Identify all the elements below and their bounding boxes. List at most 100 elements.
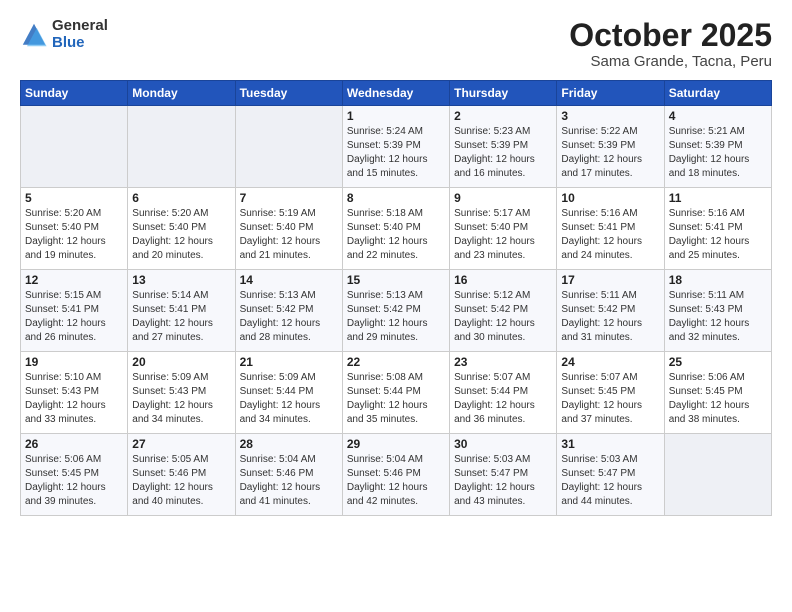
day-info: Sunrise: 5:24 AM Sunset: 5:39 PM Dayligh… bbox=[347, 125, 445, 181]
day-number: 13 bbox=[132, 273, 230, 287]
day-cell: 24 Sunrise: 5:07 AM Sunset: 5:45 PM Dayli… bbox=[557, 352, 664, 434]
day-info: Sunrise: 5:16 AM Sunset: 5:41 PM Dayligh… bbox=[561, 207, 659, 263]
day-cell: 15Sunrise: 5:13 AM Sunset: 5:42 PM Dayli… bbox=[342, 270, 449, 352]
day-cell bbox=[128, 106, 235, 188]
day-info: Sunrise: 5:16 AM Sunset: 5:41 PM Dayligh… bbox=[669, 207, 767, 263]
day-number: 14 bbox=[240, 273, 338, 287]
header-day-sunday: Sunday bbox=[21, 81, 128, 106]
day-number: 24 bbox=[561, 355, 659, 369]
day-cell: 22Sunrise: 5:08 AM Sunset: 5:44 PM Dayli… bbox=[342, 352, 449, 434]
header-day-saturday: Saturday bbox=[664, 81, 771, 106]
day-number: 8 bbox=[347, 191, 445, 205]
day-cell: 28 Sunrise: 5:04 AM Sunset: 5:46 PM Dayli… bbox=[235, 434, 342, 516]
logo: General Blue bbox=[20, 18, 108, 51]
day-cell bbox=[21, 106, 128, 188]
logo-blue: Blue bbox=[52, 35, 108, 52]
logo-icon bbox=[20, 21, 48, 49]
day-info: Sunrise: 5:15 AM Sunset: 5:41 PM Dayligh… bbox=[25, 289, 123, 345]
day-cell: 10 Sunrise: 5:16 AM Sunset: 5:41 PM Dayli… bbox=[557, 188, 664, 270]
day-info: Sunrise: 5:09 AM Sunset: 5:44 PM Dayligh… bbox=[240, 371, 338, 427]
day-cell: 11Sunrise: 5:16 AM Sunset: 5:41 PM Dayli… bbox=[664, 188, 771, 270]
day-info: Sunrise: 5:08 AM Sunset: 5:44 PM Dayligh… bbox=[347, 371, 445, 427]
header-day-wednesday: Wednesday bbox=[342, 81, 449, 106]
day-cell: 26 Sunrise: 5:06 AM Sunset: 5:45 PM Dayli… bbox=[21, 434, 128, 516]
logo-text: General Blue bbox=[52, 18, 108, 51]
day-cell: 3Sunrise: 5:22 AM Sunset: 5:39 PM Daylig… bbox=[557, 106, 664, 188]
day-cell: 13 Sunrise: 5:14 AM Sunset: 5:41 PM Dayli… bbox=[128, 270, 235, 352]
day-cell bbox=[664, 434, 771, 516]
day-info: Sunrise: 5:06 AM Sunset: 5:45 PM Dayligh… bbox=[25, 453, 123, 509]
day-cell: 20Sunrise: 5:09 AM Sunset: 5:43 PM Dayli… bbox=[128, 352, 235, 434]
header-day-tuesday: Tuesday bbox=[235, 81, 342, 106]
day-cell: 23Sunrise: 5:07 AM Sunset: 5:44 PM Dayli… bbox=[450, 352, 557, 434]
day-cell: 9 Sunrise: 5:17 AM Sunset: 5:40 PM Daylig… bbox=[450, 188, 557, 270]
day-number: 7 bbox=[240, 191, 338, 205]
day-cell: 1 Sunrise: 5:24 AM Sunset: 5:39 PM Daylig… bbox=[342, 106, 449, 188]
header-day-thursday: Thursday bbox=[450, 81, 557, 106]
day-info: Sunrise: 5:07 AM Sunset: 5:45 PM Dayligh… bbox=[561, 371, 659, 427]
day-cell: 5 Sunrise: 5:20 AM Sunset: 5:40 PM Daylig… bbox=[21, 188, 128, 270]
day-number: 30 bbox=[454, 437, 552, 451]
logo-general: General bbox=[52, 18, 108, 35]
week-row-3: 12 Sunrise: 5:15 AM Sunset: 5:41 PM Dayli… bbox=[21, 270, 772, 352]
calendar-table: SundayMondayTuesdayWednesdayThursdayFrid… bbox=[20, 80, 772, 516]
day-info: Sunrise: 5:14 AM Sunset: 5:41 PM Dayligh… bbox=[132, 289, 230, 345]
day-number: 29 bbox=[347, 437, 445, 451]
week-row-5: 26 Sunrise: 5:06 AM Sunset: 5:45 PM Dayli… bbox=[21, 434, 772, 516]
day-info: Sunrise: 5:19 AM Sunset: 5:40 PM Dayligh… bbox=[240, 207, 338, 263]
day-info: Sunrise: 5:21 AM Sunset: 5:39 PM Dayligh… bbox=[669, 125, 767, 181]
day-info: Sunrise: 5:17 AM Sunset: 5:40 PM Dayligh… bbox=[454, 207, 552, 263]
day-info: Sunrise: 5:20 AM Sunset: 5:40 PM Dayligh… bbox=[25, 207, 123, 263]
calendar-subtitle: Sama Grande, Tacna, Peru bbox=[569, 53, 772, 70]
day-cell: 27 Sunrise: 5:05 AM Sunset: 5:46 PM Dayli… bbox=[128, 434, 235, 516]
day-info: Sunrise: 5:03 AM Sunset: 5:47 PM Dayligh… bbox=[561, 453, 659, 509]
day-cell: 16 Sunrise: 5:12 AM Sunset: 5:42 PM Dayli… bbox=[450, 270, 557, 352]
day-cell: 8 Sunrise: 5:18 AM Sunset: 5:40 PM Daylig… bbox=[342, 188, 449, 270]
day-number: 15 bbox=[347, 273, 445, 287]
day-info: Sunrise: 5:06 AM Sunset: 5:45 PM Dayligh… bbox=[669, 371, 767, 427]
day-number: 17 bbox=[561, 273, 659, 287]
day-number: 6 bbox=[132, 191, 230, 205]
calendar-header-row: SundayMondayTuesdayWednesdayThursdayFrid… bbox=[21, 81, 772, 106]
day-number: 9 bbox=[454, 191, 552, 205]
day-cell: 17Sunrise: 5:11 AM Sunset: 5:42 PM Dayli… bbox=[557, 270, 664, 352]
day-number: 19 bbox=[25, 355, 123, 369]
day-number: 21 bbox=[240, 355, 338, 369]
day-cell: 18Sunrise: 5:11 AM Sunset: 5:43 PM Dayli… bbox=[664, 270, 771, 352]
day-info: Sunrise: 5:04 AM Sunset: 5:46 PM Dayligh… bbox=[347, 453, 445, 509]
day-info: Sunrise: 5:12 AM Sunset: 5:42 PM Dayligh… bbox=[454, 289, 552, 345]
header-day-monday: Monday bbox=[128, 81, 235, 106]
page: General Blue October 2025 Sama Grande, T… bbox=[0, 0, 792, 612]
day-number: 3 bbox=[561, 109, 659, 123]
day-info: Sunrise: 5:20 AM Sunset: 5:40 PM Dayligh… bbox=[132, 207, 230, 263]
day-number: 1 bbox=[347, 109, 445, 123]
day-number: 18 bbox=[669, 273, 767, 287]
day-info: Sunrise: 5:05 AM Sunset: 5:46 PM Dayligh… bbox=[132, 453, 230, 509]
day-number: 27 bbox=[132, 437, 230, 451]
day-info: Sunrise: 5:18 AM Sunset: 5:40 PM Dayligh… bbox=[347, 207, 445, 263]
day-number: 23 bbox=[454, 355, 552, 369]
day-cell: 7 Sunrise: 5:19 AM Sunset: 5:40 PM Daylig… bbox=[235, 188, 342, 270]
day-number: 28 bbox=[240, 437, 338, 451]
day-cell: 25 Sunrise: 5:06 AM Sunset: 5:45 PM Dayli… bbox=[664, 352, 771, 434]
header-day-friday: Friday bbox=[557, 81, 664, 106]
day-number: 2 bbox=[454, 109, 552, 123]
day-number: 12 bbox=[25, 273, 123, 287]
day-cell: 14Sunrise: 5:13 AM Sunset: 5:42 PM Dayli… bbox=[235, 270, 342, 352]
day-info: Sunrise: 5:09 AM Sunset: 5:43 PM Dayligh… bbox=[132, 371, 230, 427]
day-number: 25 bbox=[669, 355, 767, 369]
day-number: 10 bbox=[561, 191, 659, 205]
day-number: 4 bbox=[669, 109, 767, 123]
day-cell: 12 Sunrise: 5:15 AM Sunset: 5:41 PM Dayli… bbox=[21, 270, 128, 352]
day-info: Sunrise: 5:04 AM Sunset: 5:46 PM Dayligh… bbox=[240, 453, 338, 509]
title-block: October 2025 Sama Grande, Tacna, Peru bbox=[569, 18, 772, 70]
header-row: General Blue October 2025 Sama Grande, T… bbox=[20, 18, 772, 70]
week-row-1: 1 Sunrise: 5:24 AM Sunset: 5:39 PM Daylig… bbox=[21, 106, 772, 188]
day-number: 26 bbox=[25, 437, 123, 451]
day-info: Sunrise: 5:03 AM Sunset: 5:47 PM Dayligh… bbox=[454, 453, 552, 509]
day-number: 5 bbox=[25, 191, 123, 205]
day-number: 16 bbox=[454, 273, 552, 287]
day-cell: 29 Sunrise: 5:04 AM Sunset: 5:46 PM Dayli… bbox=[342, 434, 449, 516]
day-cell: 21 Sunrise: 5:09 AM Sunset: 5:44 PM Dayli… bbox=[235, 352, 342, 434]
day-info: Sunrise: 5:23 AM Sunset: 5:39 PM Dayligh… bbox=[454, 125, 552, 181]
